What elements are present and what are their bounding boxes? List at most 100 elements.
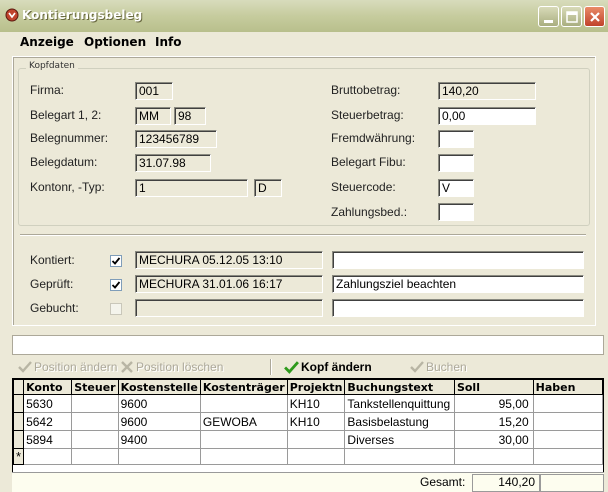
- row-selector[interactable]: [13, 412, 25, 431]
- menu-anzeige[interactable]: Anzeige: [20, 35, 74, 49]
- cell[interactable]: [286, 448, 346, 465]
- belegart1-field[interactable]: MM: [135, 107, 171, 125]
- col-header[interactable]: Steuer: [71, 379, 119, 395]
- cell[interactable]: 9600: [117, 412, 201, 431]
- kontonr-field[interactable]: 1: [135, 179, 248, 197]
- cell[interactable]: [23, 448, 73, 465]
- check-icon: [284, 361, 299, 374]
- gebucht-note-field[interactable]: [332, 299, 584, 317]
- cell[interactable]: 9400: [117, 430, 201, 449]
- cell[interactable]: 9600: [117, 394, 201, 413]
- col-header[interactable]: Projektn: [286, 379, 346, 395]
- new-row-marker[interactable]: *: [13, 448, 25, 465]
- belegnummer-label: Belegnummer:: [30, 131, 109, 145]
- cell[interactable]: 5630: [23, 394, 73, 413]
- minimize-button[interactable]: [538, 6, 559, 27]
- cell[interactable]: [71, 412, 119, 431]
- kontotyp-field[interactable]: D: [254, 179, 282, 197]
- kopf-aendern-button[interactable]: Kopf ändern: [284, 360, 372, 374]
- cell[interactable]: [286, 430, 346, 449]
- cell[interactable]: 5642: [23, 412, 73, 431]
- steuer-field[interactable]: 0,00: [438, 107, 536, 125]
- geprueft-info-field: MECHURA 31.01.06 16:17: [135, 275, 323, 293]
- fremd-label: Fremdwährung:: [331, 131, 416, 145]
- cell[interactable]: [71, 430, 119, 449]
- gebucht-checkbox[interactable]: [110, 303, 122, 315]
- kontiert-note-field[interactable]: [332, 251, 584, 269]
- zahlungsbed-label: Zahlungsbed.:: [331, 205, 408, 219]
- belegartfibu-field[interactable]: [438, 154, 474, 172]
- col-header[interactable]: Haben: [532, 379, 603, 395]
- position-aendern-button[interactable]: Position ändern: [18, 360, 117, 374]
- menu-optionen[interactable]: Optionen: [84, 35, 146, 49]
- belegartfibu-label: Belegart Fibu:: [331, 155, 406, 169]
- geprueft-note-field[interactable]: Zahlungsziel beachten: [332, 275, 584, 293]
- steuer-label: Steuerbetrag:: [331, 108, 404, 122]
- minimize-icon: [544, 20, 553, 23]
- grid-header-row: Konto Steuer Kostenstelle Kostenträger P…: [13, 379, 603, 395]
- cell[interactable]: [117, 448, 201, 465]
- kontonr-label: Kontonr, -Typ:: [30, 180, 105, 194]
- gesamt-haben-value: [540, 474, 604, 492]
- kontiert-checkbox[interactable]: [110, 255, 122, 267]
- brutto-field[interactable]: 140,20: [438, 82, 536, 100]
- cell[interactable]: GEWOBA: [199, 412, 288, 431]
- cell[interactable]: [199, 448, 288, 465]
- cell[interactable]: [71, 394, 119, 413]
- table-row[interactable]: 5894 9400 Diverses 30,00: [13, 430, 603, 449]
- fremd-field[interactable]: [438, 130, 474, 148]
- row-selector[interactable]: [13, 394, 25, 413]
- col-header[interactable]: Kostenstelle: [117, 379, 201, 395]
- maximize-button[interactable]: [561, 6, 582, 27]
- col-header[interactable]: Soll: [453, 379, 534, 395]
- window: Kontierungsbeleg Anzeige Optionen Info K…: [0, 0, 608, 492]
- col-header[interactable]: Konto: [23, 379, 73, 395]
- position-aendern-label: Position ändern: [34, 360, 118, 374]
- table-row[interactable]: 5630 9600 KH10 Tankstellenquittung 95,00: [13, 394, 603, 413]
- cell[interactable]: Basisbelastung: [344, 412, 455, 431]
- cell[interactable]: Diverses: [344, 430, 455, 449]
- cell[interactable]: KH10: [286, 412, 346, 431]
- geprueft-checkbox[interactable]: [110, 279, 122, 291]
- cell[interactable]: [344, 448, 455, 465]
- position-loeschen-button[interactable]: Position löschen: [120, 360, 223, 374]
- belegnummer-field[interactable]: 123456789: [135, 130, 217, 148]
- cell[interactable]: [532, 430, 603, 449]
- col-header[interactable]: Buchungstext: [344, 379, 455, 395]
- gebucht-label: Gebucht:: [30, 301, 79, 315]
- firma-label: Firma:: [30, 83, 64, 97]
- cell[interactable]: 5894: [23, 430, 73, 449]
- title-bar[interactable]: Kontierungsbeleg: [0, 0, 608, 32]
- close-button[interactable]: [584, 6, 605, 27]
- cell[interactable]: KH10: [286, 394, 346, 413]
- zahlungsbed-field[interactable]: [438, 203, 474, 221]
- steuercode-field[interactable]: V: [438, 179, 474, 197]
- col-header[interactable]: Kostenträger: [199, 379, 288, 395]
- cell[interactable]: [453, 448, 534, 465]
- new-row[interactable]: *: [13, 448, 603, 465]
- info-bar[interactable]: [12, 335, 604, 355]
- kontiert-label: Kontiert:: [30, 253, 75, 267]
- belegdatum-field[interactable]: 31.07.98: [135, 154, 211, 172]
- belegart2-field[interactable]: 98: [174, 107, 206, 125]
- group-legend: Kopfdaten: [26, 61, 78, 71]
- brutto-label: Bruttobetrag:: [331, 83, 401, 97]
- cell[interactable]: [71, 448, 119, 465]
- row-selector[interactable]: [13, 430, 25, 449]
- table-row[interactable]: 5642 9600 GEWOBA KH10 Basisbelastung 15,…: [13, 412, 603, 431]
- check-icon: [18, 361, 32, 373]
- app-icon: [5, 8, 19, 22]
- cell[interactable]: 95,00: [453, 394, 534, 413]
- buchen-button[interactable]: Buchen: [410, 360, 467, 374]
- cell[interactable]: [532, 394, 603, 413]
- firma-field[interactable]: 001: [135, 82, 173, 100]
- cell[interactable]: [199, 394, 288, 413]
- cell[interactable]: 15,20: [453, 412, 534, 431]
- cell[interactable]: [532, 448, 603, 465]
- cell[interactable]: [199, 430, 288, 449]
- menu-info[interactable]: Info: [155, 35, 181, 49]
- cell[interactable]: Tankstellenquittung: [344, 394, 455, 413]
- toolbar: Position ändern Position löschen Kopf än…: [12, 358, 604, 378]
- cell[interactable]: 30,00: [453, 430, 534, 449]
- cell[interactable]: [532, 412, 603, 431]
